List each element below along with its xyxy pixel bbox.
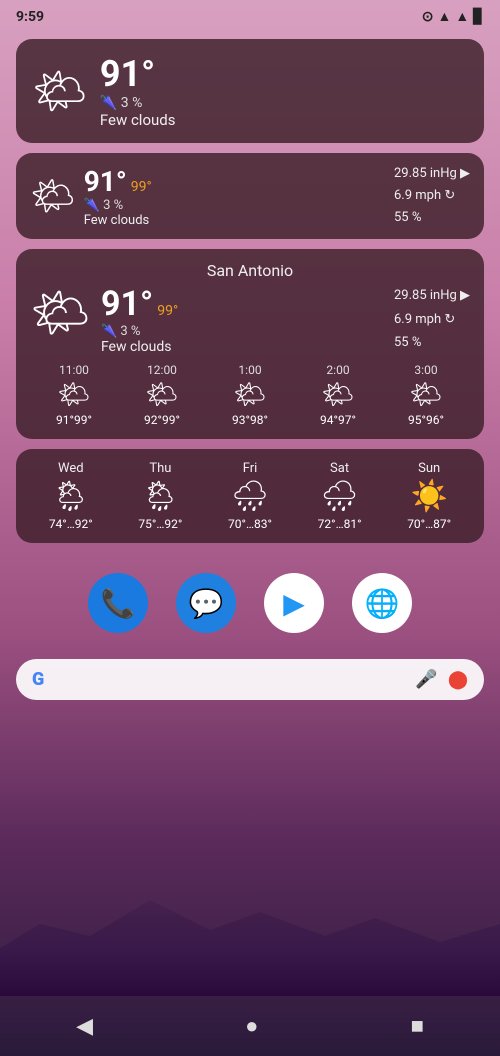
signal-icon: ▲ (455, 8, 469, 25)
day-label: Sun (418, 461, 440, 476)
hour-temp: 94°97° (320, 413, 356, 427)
day-item: Fri 🌧 70°…83° (228, 461, 272, 531)
hour-icon: 🌤 (233, 380, 266, 410)
day-item: Sun ☀️ 70°…87° (407, 461, 451, 531)
temp-small: 91° (100, 53, 176, 95)
details-large: 29.85 inHg ▶ 6.9 mph ↻ 55 % (394, 284, 470, 354)
day-icon: 🌦 (141, 479, 179, 514)
pressure-large: 29.85 inHg ▶ (394, 284, 470, 307)
hi-temp-medium: 99° (131, 179, 152, 195)
day-temp: 70°…87° (407, 517, 451, 531)
hourly-item: 2:00 🌤 94°97° (320, 363, 356, 427)
hour-temp: 91°99° (56, 413, 92, 427)
phone-icon[interactable]: 📞 (88, 573, 148, 633)
city-label: San Antonio (30, 261, 470, 280)
day-temp: 75°…92° (138, 517, 182, 531)
desc-medium: Few clouds (84, 213, 152, 228)
day-label: Sat (330, 461, 349, 476)
rain-large: 🌂 3 % (101, 324, 178, 339)
weather-icon-medium: 🌤 (30, 175, 76, 217)
hour-label: 2:00 (326, 363, 349, 377)
desc-small: Few clouds (100, 111, 176, 129)
back-button[interactable]: ◀ (76, 1014, 93, 1039)
app-icon-phone[interactable]: 📞 (88, 573, 148, 633)
circle-icon: ⊙ (422, 9, 434, 25)
day-temp: 70°…83° (228, 517, 272, 531)
desc-large: Few clouds (101, 339, 178, 355)
day-label: Wed (58, 461, 84, 476)
hour-label: 12:00 (147, 363, 177, 377)
status-bar: 9:59 ⊙ ▲ ▲ ▊ (0, 0, 500, 29)
google-logo-icon: G (32, 669, 44, 690)
wind-medium: 6.9 mph ↻ (394, 185, 470, 207)
weather-widget-weekly[interactable]: Wed 🌦 74°…92° Thu 🌦 75°…92° Fri 🌧 70°…83… (16, 449, 484, 543)
hourly-row: 11:00 🌤 91°99° 12:00 🌤 92°99° 1:00 🌤 93°… (30, 363, 470, 427)
hour-label: 11:00 (59, 363, 89, 377)
hour-icon: 🌤 (409, 380, 442, 410)
status-icons: ⊙ ▲ ▲ ▊ (422, 8, 484, 25)
day-item: Thu 🌦 75°…92° (138, 461, 182, 531)
messages-icon[interactable]: 💬 (176, 573, 236, 633)
hour-icon: 🌤 (145, 380, 178, 410)
hour-icon: 🌤 (321, 380, 354, 410)
hour-icon: 🌤 (57, 380, 90, 410)
battery-icon: ▊ (473, 9, 484, 25)
home-button[interactable]: ● (245, 1013, 258, 1039)
app-icon-chrome[interactable]: 🌐 (352, 573, 412, 633)
status-time: 9:59 (16, 9, 44, 25)
hourly-item: 3:00 🌤 95°96° (408, 363, 444, 427)
weather-widget-small[interactable]: 🌤 91° 🌂 3 % Few clouds (16, 39, 484, 143)
day-label: Fri (243, 461, 258, 476)
hour-temp: 93°98° (232, 413, 268, 427)
wind-large: 6.9 mph ↻ (394, 308, 470, 331)
humidity-large: 55 % (394, 331, 470, 354)
hourly-item: 11:00 🌤 91°99° (56, 363, 92, 427)
search-bar[interactable]: G 🎤 ⬤ (16, 659, 484, 700)
day-temp: 74°…92° (49, 517, 93, 531)
chrome-icon[interactable]: 🌐 (352, 573, 412, 633)
hour-temp: 95°96° (408, 413, 444, 427)
day-item: Sat 🌧 72°…81° (318, 461, 362, 531)
pressure-medium: 29.85 inHg ▶ (394, 163, 470, 185)
hourly-item: 12:00 🌤 92°99° (144, 363, 180, 427)
weekly-row: Wed 🌦 74°…92° Thu 🌦 75°…92° Fri 🌧 70°…83… (26, 461, 474, 531)
rain-small: 🌂 3 % (100, 95, 176, 111)
humidity-medium: 55 % (394, 207, 470, 229)
hi-temp-large: 99° (157, 303, 178, 319)
hour-label: 1:00 (238, 363, 261, 377)
mountain-silhouette (0, 876, 500, 996)
weather-icon-small: 🌤 (32, 65, 88, 117)
mic-icon[interactable]: 🎤 (415, 669, 437, 690)
app-row: 📞 💬 ▶ 🌐 (0, 563, 500, 643)
details-medium: 29.85 inHg ▶ 6.9 mph ↻ 55 % (394, 163, 470, 229)
day-icon: 🌧 (321, 479, 359, 514)
rain-medium: 🌂 3 % (84, 198, 152, 213)
wifi-icon: ▲ (438, 8, 452, 25)
hourly-item: 1:00 🌤 93°98° (232, 363, 268, 427)
recent-button[interactable]: ■ (411, 1013, 424, 1039)
day-icon: ☀️ (410, 479, 447, 514)
weather-widget-large[interactable]: San Antonio 🌤 91° 99° 🌂 3 % Few clouds 2… (16, 249, 484, 439)
day-icon: 🌧 (231, 479, 269, 514)
play-icon[interactable]: ▶ (264, 573, 324, 633)
app-icon-messages[interactable]: 💬 (176, 573, 236, 633)
app-icon-play[interactable]: ▶ (264, 573, 324, 633)
hour-label: 3:00 (414, 363, 437, 377)
main-temp-medium: 91° (84, 165, 127, 198)
day-label: Thu (149, 461, 171, 476)
weather-icon-large: 🌤 (30, 284, 91, 341)
main-temp-large: 91° (101, 284, 153, 324)
day-icon: 🌦 (52, 479, 90, 514)
hour-temp: 92°99° (144, 413, 180, 427)
nav-bar: ◀ ● ■ (0, 996, 500, 1056)
day-item: Wed 🌦 74°…92° (49, 461, 93, 531)
day-temp: 72°…81° (318, 517, 362, 531)
weather-widget-medium[interactable]: 🌤 91° 99° 🌂 3 % Few clouds 29.85 inHg ▶ … (16, 153, 484, 239)
lens-icon[interactable]: ⬤ (448, 669, 468, 690)
